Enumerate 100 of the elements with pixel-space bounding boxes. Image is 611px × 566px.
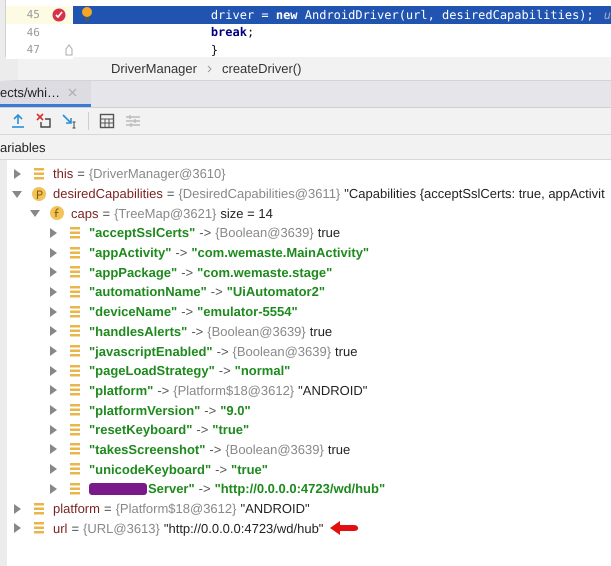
variable-value: true bbox=[310, 324, 332, 339]
list-icon bbox=[31, 520, 47, 536]
variable-value: "normal" bbox=[234, 363, 290, 378]
expand-triangle-icon[interactable] bbox=[48, 267, 58, 278]
variable-value: "Capabilities {acceptSslCerts: true, appActivit bbox=[344, 186, 605, 202]
expand-triangle-icon[interactable] bbox=[48, 326, 58, 336]
variable-value: "com.wemaste.MainActivity" bbox=[191, 245, 370, 260]
variable-name: "javascriptEnabled" bbox=[89, 344, 213, 359]
step-out-icon[interactable] bbox=[10, 113, 26, 129]
variable-value: true bbox=[328, 442, 350, 457]
variable-value: "true" bbox=[231, 462, 268, 477]
calculator-icon[interactable] bbox=[99, 113, 115, 129]
lightbulb-icon[interactable] bbox=[80, 6, 93, 22]
equals-sign: = bbox=[71, 520, 80, 536]
list-icon bbox=[67, 284, 83, 300]
expand-triangle-icon[interactable] bbox=[48, 366, 58, 376]
object-reference: {TreeMap@3621} bbox=[114, 206, 216, 221]
list-icon bbox=[31, 166, 47, 182]
arrow-operator: -> bbox=[218, 363, 231, 378]
list-icon bbox=[67, 382, 83, 398]
drop-frame-icon[interactable] bbox=[36, 113, 52, 129]
variable-value: true bbox=[335, 344, 358, 359]
variable-name: Server" bbox=[148, 481, 195, 496]
variable-value: "ANDROID" bbox=[298, 382, 368, 398]
list-icon bbox=[67, 402, 83, 418]
variable-value: "http://0.0.0.0:4723/wd/hub" bbox=[164, 520, 324, 536]
expand-triangle-icon[interactable] bbox=[48, 484, 58, 494]
variable-name: url bbox=[53, 520, 68, 536]
breadcrumb-item[interactable]: DriverManager bbox=[111, 61, 197, 76]
list-icon bbox=[67, 362, 83, 379]
variable-name: "appPackage" bbox=[89, 264, 178, 280]
arrow-operator: -> bbox=[191, 324, 204, 339]
run-to-cursor-icon[interactable] bbox=[62, 113, 78, 129]
object-reference: {DriverManager@3610} bbox=[88, 166, 226, 182]
list-icon bbox=[67, 480, 83, 497]
object-reference: {Boolean@3639} bbox=[207, 324, 306, 339]
expand-triangle-icon[interactable] bbox=[48, 248, 58, 258]
list-icon bbox=[67, 441, 83, 458]
fold-icon[interactable] bbox=[64, 44, 73, 56]
expand-triangle-icon[interactable] bbox=[48, 424, 58, 435]
object-reference: {Platform$18@3612} bbox=[173, 382, 294, 398]
list-icon bbox=[67, 343, 83, 360]
variable-name: "automationName" bbox=[89, 284, 207, 300]
arrow-operator: -> bbox=[175, 245, 188, 260]
line-number: 45 bbox=[26, 8, 40, 22]
expand-triangle-icon[interactable] bbox=[48, 346, 58, 356]
variable-name: "takesScreenshot" bbox=[89, 442, 206, 457]
expand-triangle-icon[interactable] bbox=[12, 504, 22, 514]
equals-sign: = bbox=[104, 501, 112, 516]
parameter-icon bbox=[31, 186, 47, 202]
variable-name: "platform" bbox=[89, 382, 154, 398]
arrow-operator: -> bbox=[209, 442, 222, 457]
list-icon bbox=[67, 304, 83, 320]
chevron-icon bbox=[206, 64, 212, 72]
expand-triangle-icon[interactable] bbox=[48, 306, 58, 317]
object-reference: {Platform$18@3612} bbox=[116, 501, 236, 516]
variable-name: this bbox=[53, 166, 74, 182]
equals-sign: = bbox=[102, 206, 110, 221]
expand-triangle-icon[interactable] bbox=[48, 444, 58, 454]
arrow-operator: -> bbox=[181, 304, 194, 320]
arrow-operator: -> bbox=[181, 264, 194, 280]
variable-name: desiredCapabilities bbox=[53, 186, 163, 202]
variable-name: "handlesAlerts" bbox=[89, 324, 188, 339]
variable-name: "acceptSslCerts" bbox=[89, 225, 196, 240]
expand-triangle-icon[interactable] bbox=[48, 228, 58, 238]
variable-name: "platformVersion" bbox=[89, 402, 200, 418]
list-icon bbox=[67, 323, 83, 340]
expand-triangle-icon[interactable] bbox=[12, 523, 22, 534]
expand-triangle-icon[interactable] bbox=[12, 168, 22, 179]
debug-tab[interactable]: ects/whi… bbox=[0, 81, 91, 107]
variable-value: size = 14 bbox=[220, 206, 273, 221]
code-line: } bbox=[210, 42, 218, 57]
variable-value: "true" bbox=[212, 422, 250, 438]
arrow-operator: -> bbox=[157, 382, 170, 398]
line-number: 46 bbox=[26, 26, 40, 39]
collapse-triangle-icon[interactable] bbox=[30, 208, 40, 218]
variable-value: "UiAutomator2" bbox=[226, 284, 325, 300]
object-reference: {Boolean@3639} bbox=[215, 225, 314, 240]
list-icon bbox=[67, 244, 83, 261]
arrow-operator: -> bbox=[196, 422, 208, 438]
expand-triangle-icon[interactable] bbox=[48, 286, 58, 297]
variable-name: caps bbox=[71, 206, 98, 221]
breakpoint-icon[interactable] bbox=[52, 8, 66, 22]
variable-name: platform bbox=[53, 501, 100, 516]
inline-hint: u bbox=[604, 8, 611, 22]
variable-value: "http://0.0.0.0:4723/wd/hub" bbox=[214, 481, 386, 496]
expand-triangle-icon[interactable] bbox=[48, 405, 58, 416]
line-number: 47 bbox=[26, 43, 40, 56]
list-icon bbox=[67, 461, 83, 478]
variable-name: "unicodeKeyboard" bbox=[89, 462, 212, 477]
object-reference: {Boolean@3639} bbox=[232, 344, 332, 359]
list-icon bbox=[67, 224, 83, 241]
expand-triangle-icon[interactable] bbox=[48, 385, 58, 396]
variable-value: "9.0" bbox=[220, 402, 251, 418]
expand-triangle-icon[interactable] bbox=[48, 464, 58, 474]
breadcrumb-item[interactable]: createDriver() bbox=[222, 61, 302, 76]
variable-value: true bbox=[318, 225, 340, 240]
arrow-operator: -> bbox=[216, 344, 229, 359]
collapse-triangle-icon[interactable] bbox=[12, 188, 22, 199]
field-icon bbox=[49, 205, 65, 222]
